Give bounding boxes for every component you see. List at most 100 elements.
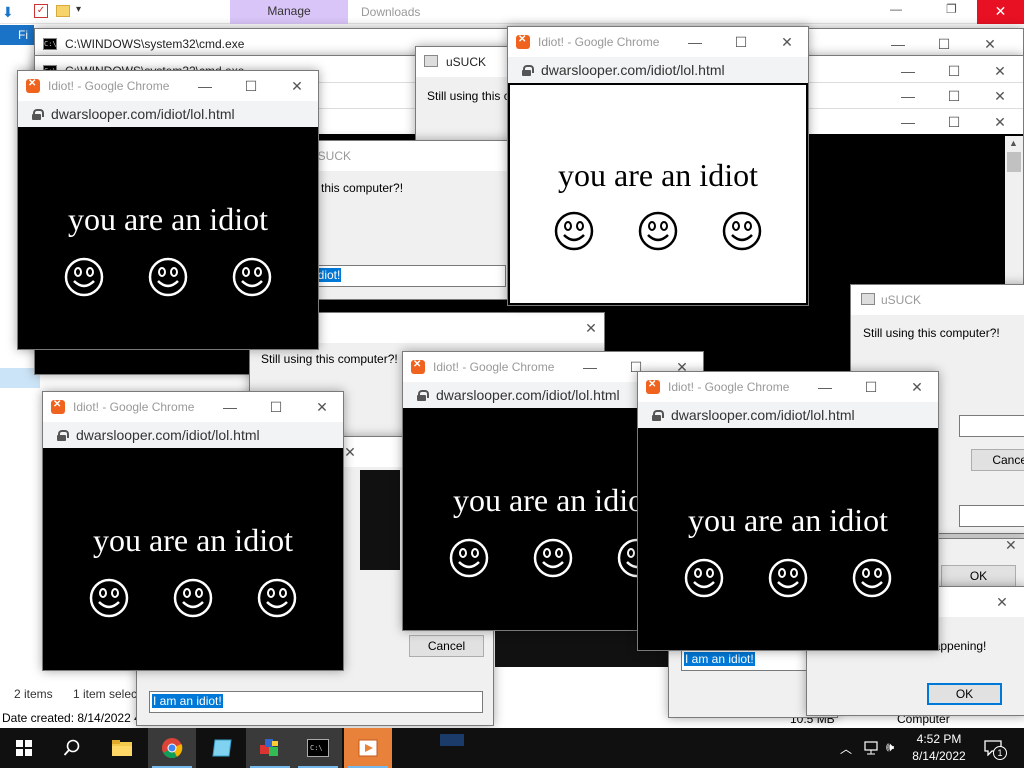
- cmd-minimize-icon[interactable]: —: [885, 83, 931, 109]
- usuck-input[interactable]: I am an idiot!: [149, 691, 483, 713]
- usuck-close-icon[interactable]: ✕: [1005, 539, 1017, 554]
- usuck-titlebar[interactable]: uSUCK: [851, 285, 1024, 315]
- chrome-maximize-icon[interactable]: ☐: [228, 71, 274, 101]
- usuck-message: Still using this computer?!: [261, 352, 398, 366]
- down-arrow-icon[interactable]: ⬇: [2, 4, 14, 21]
- smiley-row: [638, 558, 938, 598]
- usuck-input[interactable]: [959, 505, 1024, 527]
- chrome-window[interactable]: Idiot! - Google Chrome — ☐ ✕ dwarslooper…: [507, 26, 809, 306]
- ok-button[interactable]: OK: [927, 683, 1002, 705]
- chrome-close-icon[interactable]: ✕: [274, 71, 318, 101]
- scroll-thumb[interactable]: [1007, 152, 1021, 172]
- chrome-address-bar[interactable]: dwarslooper.com/idiot/lol.html: [638, 402, 938, 428]
- svg-text:C:\: C:\: [310, 744, 323, 752]
- usuck-input-selection: I am an idiot!: [152, 694, 223, 708]
- cmd-title: C:\WINDOWS\system32\cmd.exe: [65, 37, 245, 51]
- tablet-app-icon: [212, 739, 232, 757]
- cmd-icon: C:\: [43, 38, 57, 50]
- usuck-dialog-ok[interactable]: ✕ OK: [938, 538, 1024, 588]
- chrome-address-bar[interactable]: dwarslooper.com/idiot/lol.html: [43, 422, 343, 448]
- chrome-minimize-icon[interactable]: —: [802, 372, 848, 402]
- file-explorer-taskbar-button[interactable]: [98, 728, 146, 768]
- setup-icon: [260, 739, 278, 756]
- explorer-restore-icon[interactable]: ❐: [946, 2, 957, 16]
- chrome-minimize-icon[interactable]: —: [207, 392, 253, 422]
- cmd-minimize-icon[interactable]: —: [885, 109, 931, 135]
- cmd-close-icon[interactable]: ✕: [977, 83, 1023, 109]
- taskbar: C:\ ︿ 🕪 4:52 PM 8/14/2022 1: [0, 728, 1024, 768]
- chrome-titlebar[interactable]: Idiot! - Google Chrome — ☐ ✕: [18, 71, 318, 101]
- ok-button[interactable]: OK: [941, 565, 1016, 587]
- usuck-message: Still using this computer?!: [863, 326, 1000, 340]
- chrome-icon: [162, 738, 183, 759]
- chrome-close-icon[interactable]: ✕: [894, 372, 938, 402]
- chrome-minimize-icon[interactable]: —: [182, 71, 228, 101]
- volume-icon[interactable]: 🕪: [886, 739, 894, 755]
- network-icon[interactable]: [864, 741, 880, 755]
- setup-taskbar-button[interactable]: [246, 728, 294, 768]
- chrome-maximize-icon[interactable]: ☐: [848, 372, 894, 402]
- smiley-icon: [89, 578, 129, 618]
- search-button[interactable]: [48, 728, 96, 768]
- lock-icon: [522, 64, 534, 76]
- chrome-titlebar[interactable]: Idiot! - Google Chrome — ☐ ✕: [43, 392, 343, 422]
- idiot-text: you are an idiot: [688, 502, 888, 538]
- scroll-up-icon[interactable]: ▲: [1009, 138, 1018, 148]
- clock-date[interactable]: 8/14/2022: [904, 749, 974, 763]
- terminal-icon: C:\: [307, 739, 329, 757]
- clock-time[interactable]: 4:52 PM: [904, 732, 974, 746]
- app-taskbar-button[interactable]: [198, 728, 246, 768]
- chrome-close-icon[interactable]: ✕: [764, 27, 808, 57]
- usuck-close-icon[interactable]: ✕: [979, 587, 1024, 617]
- chrome-titlebar[interactable]: Idiot! - Google Chrome — ☐ ✕: [508, 27, 808, 57]
- cmd-taskbar-button[interactable]: C:\: [294, 728, 342, 768]
- idiot-page: you are an idiot: [508, 83, 808, 305]
- chrome-minimize-icon[interactable]: —: [567, 352, 613, 382]
- explorer-titlebar: [0, 0, 1024, 24]
- idiot-page: you are an idiot: [43, 448, 343, 670]
- smiley-row: [43, 578, 343, 618]
- tab-manage[interactable]: Manage: [230, 0, 348, 24]
- smiley-icon: [554, 211, 594, 251]
- smiley-icon: [684, 558, 724, 598]
- folder-icon[interactable]: [56, 5, 70, 17]
- cmd-maximize-icon[interactable]: ☐: [931, 109, 977, 135]
- explorer-close-button[interactable]: ✕: [977, 0, 1024, 24]
- chrome-maximize-icon[interactable]: ☐: [718, 27, 764, 57]
- usuck-close-icon[interactable]: ✕: [568, 313, 604, 343]
- usuck-input-selection: I am an idiot!: [684, 652, 755, 666]
- explorer-minimize-icon[interactable]: —: [890, 2, 902, 16]
- idiot-page: you are an idiot: [638, 428, 938, 650]
- media-taskbar-button[interactable]: [344, 728, 392, 768]
- qat-dropdown-icon[interactable]: ▾: [76, 4, 81, 15]
- start-button[interactable]: [0, 728, 48, 768]
- chrome-titlebar[interactable]: Idiot! - Google Chrome — ☐ ✕: [638, 372, 938, 402]
- chrome-title: Idiot! - Google Chrome: [668, 380, 790, 394]
- lock-icon: [417, 389, 429, 401]
- chrome-minimize-icon[interactable]: —: [672, 27, 718, 57]
- chrome-window[interactable]: Idiot! - Google Chrome — ☐ ✕ dwarslooper…: [42, 391, 344, 671]
- usuck-input[interactable]: [959, 415, 1024, 437]
- media-player-icon: [358, 739, 378, 757]
- chrome-window[interactable]: Idiot! - Google Chrome — ☐ ✕ dwarslooper…: [637, 371, 939, 651]
- properties-icon[interactable]: ✓: [34, 4, 48, 18]
- idiot-text: you are an idiot: [93, 522, 293, 558]
- cmd-close-icon[interactable]: ✕: [977, 109, 1023, 135]
- cmd-maximize-icon[interactable]: ☐: [931, 83, 977, 109]
- chrome-close-icon[interactable]: ✕: [299, 392, 343, 422]
- chevron-up-icon[interactable]: ︿: [840, 740, 852, 757]
- chrome-address-bar[interactable]: dwarslooper.com/idiot/lol.html: [18, 101, 318, 127]
- chrome-window[interactable]: Idiot! - Google Chrome — ☐ ✕ dwarslooper…: [17, 70, 319, 350]
- cancel-button[interactable]: Cancel: [409, 635, 484, 657]
- chrome-address-bar[interactable]: dwarslooper.com/idiot/lol.html: [508, 57, 808, 83]
- cancel-button[interactable]: Cancel: [971, 449, 1024, 471]
- smiley-row: [18, 257, 318, 297]
- usuck-message: g this computer?!: [311, 181, 404, 195]
- chrome-taskbar-button[interactable]: [148, 728, 196, 768]
- chrome-maximize-icon[interactable]: ☐: [253, 392, 299, 422]
- usuck-input[interactable]: idiot!: [311, 265, 506, 287]
- usuck-message: Still using this co: [427, 89, 517, 103]
- menu-file[interactable]: Fi: [0, 25, 34, 45]
- search-icon: [63, 739, 80, 756]
- chrome-url: dwarslooper.com/idiot/lol.html: [541, 62, 725, 78]
